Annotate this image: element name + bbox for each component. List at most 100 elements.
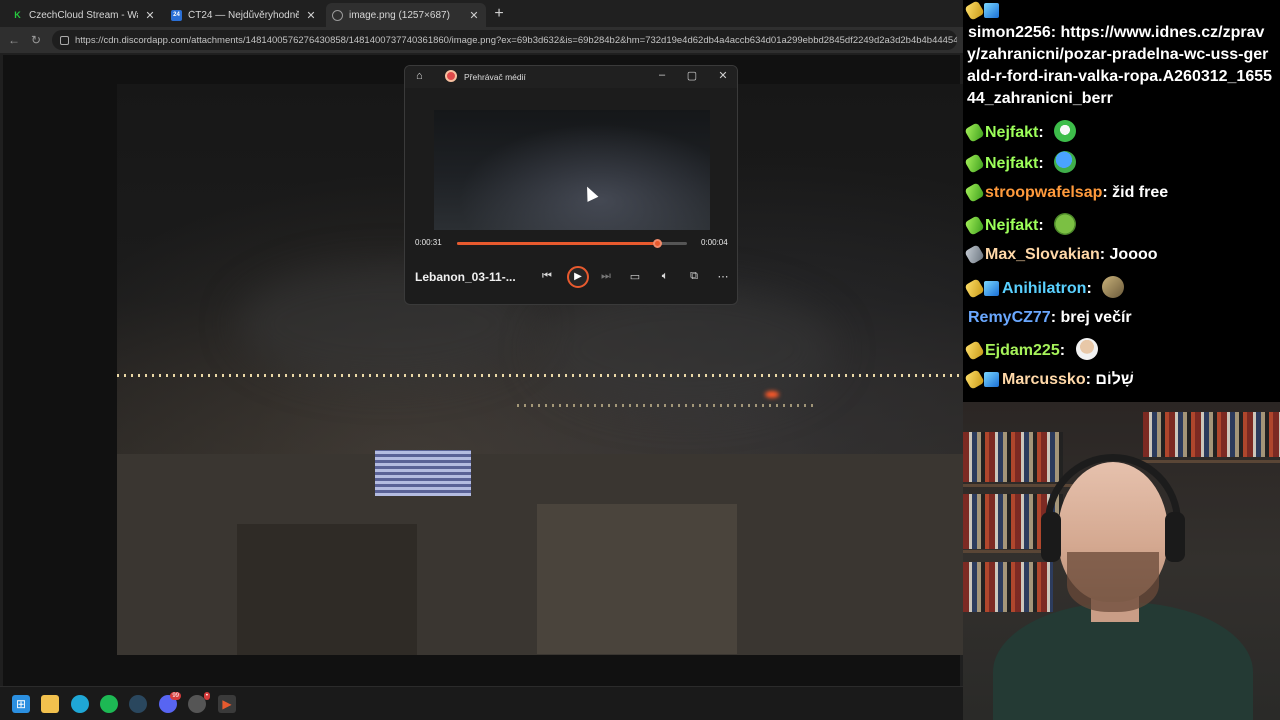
url-field[interactable]: https://cdn.discordapp.com/attachments/1… — [52, 30, 957, 50]
globe-icon — [332, 9, 343, 21]
chat-text: שָׁלוֹם — [1095, 371, 1134, 388]
badge-gold-icon — [964, 278, 985, 299]
lit-building — [375, 450, 471, 496]
chat-badges — [964, 340, 985, 365]
play-icon[interactable]: ▶ — [567, 266, 589, 288]
badge-cube-icon — [984, 372, 999, 387]
badge-gray-icon — [964, 244, 985, 265]
chat-message: Anihilatron: — [964, 276, 1275, 303]
tab-bar: K CzechCloud Stream - Watch Live o ✕ 24 … — [0, 0, 963, 27]
seek-bar: 0:00:31 0:00:04 — [405, 232, 737, 254]
steam-icon[interactable] — [129, 695, 147, 713]
tab-image-png[interactable]: image.png (1257×687) ✕ — [326, 3, 486, 27]
browser-window: K CzechCloud Stream - Watch Live o ✕ 24 … — [0, 0, 963, 686]
chat-separator: : — [1038, 155, 1049, 172]
badge-gold-icon — [964, 0, 985, 21]
subtitles-icon[interactable]: ▭ — [627, 270, 643, 283]
new-tab-button[interactable]: + — [490, 5, 508, 23]
chat-username[interactable]: Anihilatron — [1002, 280, 1086, 297]
media-player-icon — [445, 70, 457, 82]
time-remaining: 0:00:04 — [701, 238, 728, 247]
chat-username[interactable]: RemyCZ77 — [968, 309, 1051, 326]
home-icon[interactable]: ⌂ — [416, 70, 428, 82]
back-icon[interactable]: ← — [8, 33, 20, 47]
badge-cube-icon — [984, 3, 999, 18]
tab-czechcloud[interactable]: K CzechCloud Stream - Watch Live o ✕ — [6, 3, 162, 27]
tab-ct24[interactable]: 24 ČT24 — Nejdůvěryhodnější zpravo ✕ — [165, 3, 323, 27]
seek-track[interactable] — [457, 239, 687, 248]
chat-badges — [964, 122, 985, 147]
close-icon[interactable]: ✕ — [716, 69, 730, 82]
chat-message: Nejfakt: — [964, 213, 1275, 240]
maximize-icon[interactable]: ▢ — [685, 69, 699, 82]
chat-message: Nejfakt: — [964, 151, 1275, 178]
chat-message: Max_Slovakian: Joooo — [964, 244, 1275, 269]
chat-username[interactable]: Nejfakt — [985, 124, 1038, 141]
media-player-icon[interactable]: ▶ — [218, 695, 236, 713]
chat-username[interactable]: simon2256 — [968, 24, 1051, 41]
video-surface[interactable] — [434, 110, 710, 230]
more-icon[interactable]: ⋯ — [715, 270, 731, 283]
chat-separator: : — [1059, 342, 1070, 359]
previous-icon[interactable]: ⏮ — [539, 270, 555, 283]
close-tab-icon[interactable]: ✕ — [144, 9, 156, 22]
shelf — [1133, 460, 1280, 463]
miniplayer-icon[interactable]: ⧉ — [686, 270, 702, 283]
chat-username[interactable]: Marcussko — [1002, 371, 1086, 388]
next-icon[interactable]: ⏭ — [598, 270, 614, 283]
chat-username[interactable]: Ejdam225 — [985, 342, 1060, 359]
windows-start-icon[interactable]: ⊞ — [12, 695, 30, 713]
seek-thumb[interactable] — [653, 239, 663, 248]
chat-separator: : — [1085, 371, 1096, 388]
file-explorer-icon[interactable] — [41, 695, 59, 713]
czechcloud-favicon-icon: K — [14, 9, 21, 20]
spotify-icon[interactable] — [100, 695, 118, 713]
badge-gold-icon — [964, 369, 985, 390]
screen: K CzechCloud Stream - Watch Live o ✕ 24 … — [0, 0, 1280, 720]
site-info-icon[interactable] — [60, 35, 69, 45]
chat-username[interactable]: Max_Slovakian — [985, 246, 1100, 263]
badge-cube-icon — [984, 281, 999, 296]
reload-icon[interactable]: ↻ — [31, 33, 41, 47]
chrome-icon[interactable]: • — [188, 692, 210, 713]
address-bar: ← ↻ https://cdn.discordapp.com/attachmen… — [0, 27, 963, 53]
close-tab-icon[interactable]: ✕ — [305, 9, 317, 22]
chat-message: RemyCZ77: brej večír — [967, 307, 1275, 329]
chat-separator: : — [1086, 280, 1097, 297]
seek-progress — [457, 242, 658, 245]
emote-frog-icon — [1054, 213, 1077, 235]
fire-glow — [765, 391, 779, 398]
person-beard — [1067, 552, 1159, 612]
chat-badges — [964, 182, 985, 207]
close-tab-icon[interactable]: ✕ — [468, 9, 480, 22]
chat-message: Marcussko: שָׁלוֹם — [964, 369, 1275, 394]
chat-text: Joooo — [1109, 246, 1158, 263]
chat-message: Ejdam225: — [964, 338, 1275, 365]
edge-icon[interactable] — [71, 695, 89, 713]
chat-message: simon2256: https://www.idnes.cz/zpravy/z… — [967, 22, 1275, 110]
chat-separator: : — [1038, 217, 1049, 234]
chat-username[interactable]: stroopwafelsap — [985, 184, 1102, 201]
chat-text: žid free — [1112, 184, 1169, 201]
url-text: https://cdn.discordapp.com/attachments/1… — [75, 34, 957, 46]
time-elapsed: 0:00:31 — [415, 238, 442, 247]
emote-man-icon — [1075, 338, 1098, 360]
chat-username[interactable]: Nejfakt — [985, 155, 1038, 172]
headset-earcup — [1165, 512, 1185, 562]
player-controls: Lebanon_03-11-... ⏮ ▶ ⏭ ▭ 🔈︎ ⧉ ⋯ — [405, 262, 737, 298]
building — [537, 504, 737, 654]
player-app-title: Přehrávač médií — [464, 72, 526, 82]
discord-icon[interactable]: 99 — [159, 692, 181, 713]
chat-username[interactable]: Nejfakt — [985, 217, 1038, 234]
emote-globe-icon — [1054, 151, 1077, 173]
badge-green-icon — [964, 122, 985, 143]
badge-green-icon — [964, 182, 985, 203]
stream-chat: simon2256: https://www.idnes.cz/zpravy/z… — [963, 0, 1280, 402]
minimize-icon[interactable]: – — [655, 69, 669, 81]
chat-separator: : — [1099, 246, 1110, 263]
taskbar: ⊞ 99 • ▶ — [0, 686, 963, 720]
emote-portrait-icon — [1102, 276, 1125, 298]
volume-icon[interactable]: 🔈︎ — [657, 270, 673, 283]
chat-text: brej večír — [1060, 309, 1132, 326]
notification-badge: 99 — [170, 692, 181, 700]
